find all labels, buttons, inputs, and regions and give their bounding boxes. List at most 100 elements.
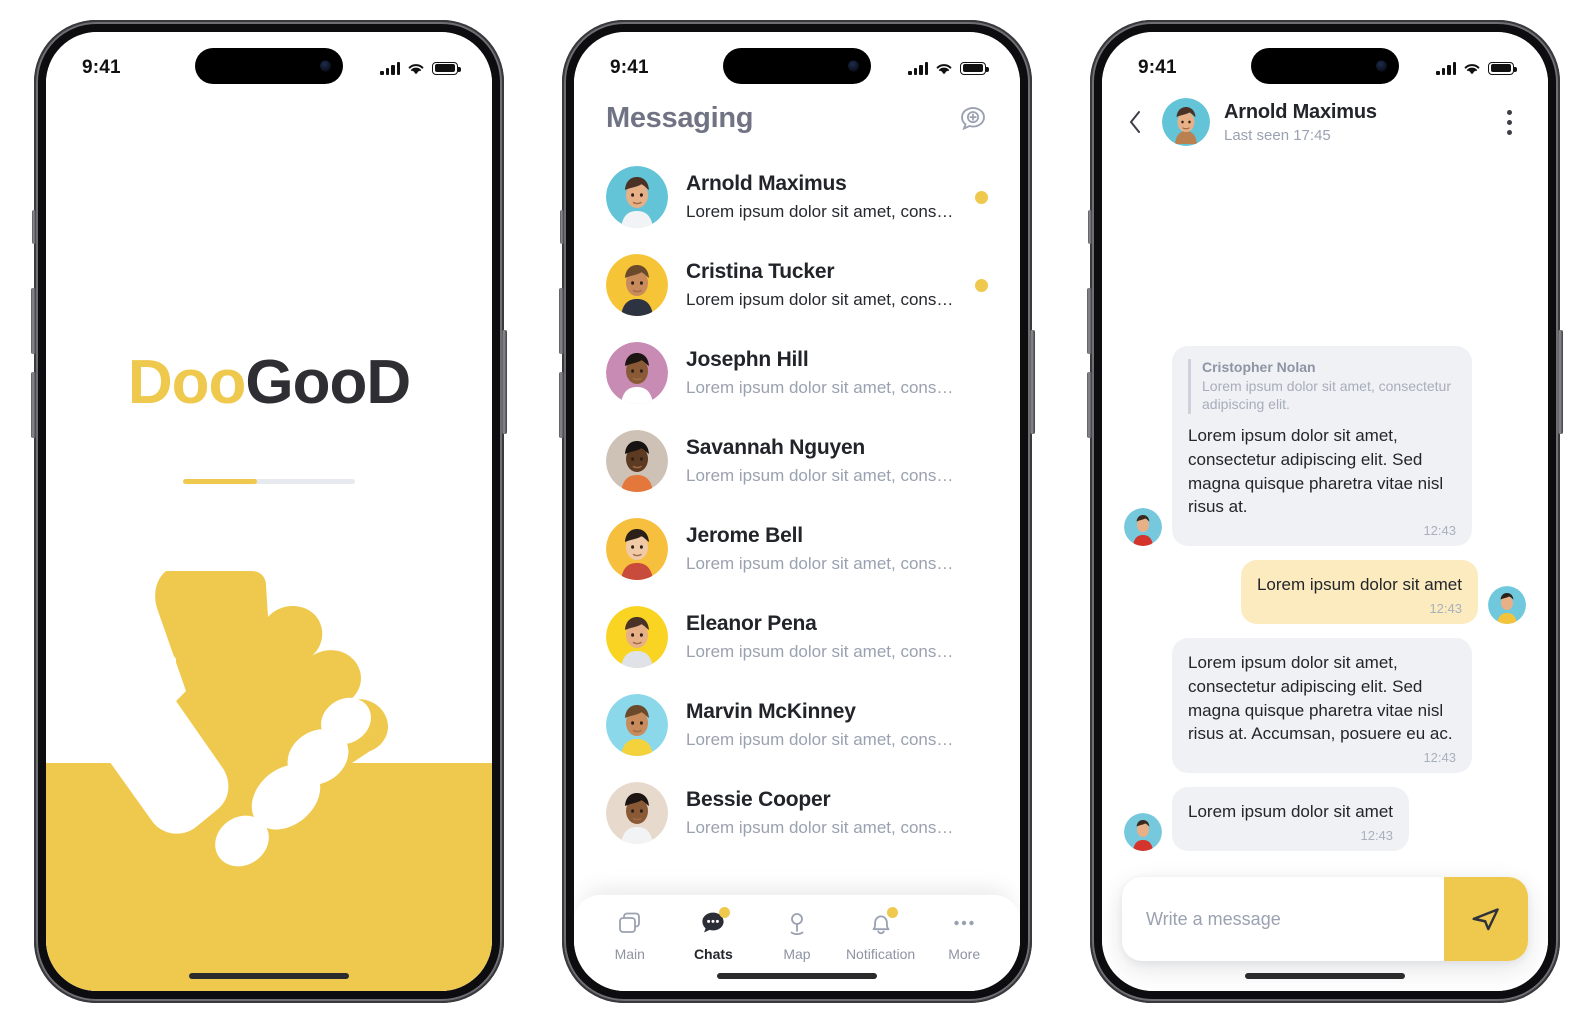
- battery-icon: [960, 61, 989, 75]
- silent-switch[interactable]: [32, 210, 36, 244]
- kebab-menu-icon[interactable]: [1496, 106, 1522, 139]
- volume-down-button[interactable]: [31, 372, 36, 438]
- dynamic-island: [1251, 48, 1399, 84]
- chat-preview-text: Lorem ipsum dolor sit amet, consectet…: [686, 466, 957, 485]
- new-message-icon[interactable]: [958, 104, 988, 134]
- message-bubble[interactable]: Lorem ipsum dolor sit amet, consectetur …: [1172, 638, 1472, 774]
- tab-map[interactable]: Map: [755, 909, 839, 962]
- unread-dot: [975, 190, 988, 204]
- logo-text-primary: Doo: [127, 348, 247, 417]
- avatar: [1488, 586, 1526, 625]
- quote-text: Lorem ipsum dolor sit amet, consectetur …: [1202, 377, 1451, 413]
- avatar: [606, 694, 668, 756]
- cellular-signal-icon: [908, 61, 928, 75]
- home-indicator[interactable]: [717, 973, 877, 979]
- tab-notification[interactable]: Notification: [839, 907, 923, 962]
- message-row: Lorem ipsum dolor sit amet, consectetur …: [1124, 638, 1526, 774]
- dynamic-island: [195, 48, 343, 84]
- silent-switch[interactable]: [560, 210, 564, 244]
- power-button[interactable]: [502, 330, 507, 434]
- three-phone-mockup: DooGooD 9:41 Messaging Arnold Maximus Lo…: [0, 0, 1594, 1023]
- silent-switch[interactable]: [1088, 210, 1092, 244]
- chat-preview-text: Lorem ipsum dolor sit amet, consectet…: [686, 378, 957, 397]
- list-item[interactable]: Eleanor Pena Lorem ipsum dolor sit amet,…: [574, 593, 1020, 681]
- list-item[interactable]: Marvin McKinney Lorem ipsum dolor sit am…: [574, 681, 1020, 769]
- chat-contact-name: Arnold Maximus: [686, 172, 847, 195]
- status-time: 9:41: [610, 57, 649, 78]
- message-row: Lorem ipsum dolor sit amet 12:43: [1124, 787, 1526, 851]
- chat-contact-name: Eleanor Pena: [686, 612, 817, 635]
- avatar: [606, 606, 668, 668]
- dynamic-island: [723, 48, 871, 84]
- list-item[interactable]: Arnold Maximus Lorem ipsum dolor sit ame…: [574, 153, 1020, 241]
- screen-splash: DooGooD 9:41: [46, 32, 492, 991]
- wifi-icon: [936, 63, 952, 74]
- message-thread[interactable]: Cristopher Nolan Lorem ipsum dolor sit a…: [1102, 146, 1548, 867]
- chat-bubble-icon: [699, 907, 731, 937]
- message-bubble[interactable]: Lorem ipsum dolor sit amet 12:43: [1240, 560, 1478, 625]
- avatar[interactable]: [1162, 98, 1210, 146]
- bell-icon: [867, 907, 898, 937]
- phone-conversation: Arnold Maximus Last seen 17:45 Cristophe…: [1087, 20, 1563, 1003]
- phone-splash: DooGooD 9:41: [31, 20, 507, 1003]
- splash-background: DooGooD: [46, 32, 492, 991]
- message-time: 12:43: [1360, 828, 1394, 843]
- message-row: Lorem ipsum dolor sit amet 12:43: [1124, 560, 1526, 625]
- message-text: Lorem ipsum dolor sit amet, consectetur …: [1188, 426, 1444, 517]
- power-button[interactable]: [1030, 330, 1035, 434]
- message-time: 12:43: [1423, 523, 1456, 539]
- volume-up-button[interactable]: [31, 288, 36, 354]
- message-input[interactable]: [1122, 877, 1444, 961]
- tab-label: Chats: [693, 946, 733, 962]
- message-composer[interactable]: [1122, 877, 1528, 961]
- battery-icon: [1488, 61, 1517, 75]
- chat-list[interactable]: Arnold Maximus Lorem ipsum dolor sit ame…: [574, 145, 1020, 991]
- send-button[interactable]: [1444, 877, 1528, 961]
- volume-up-button[interactable]: [559, 288, 564, 354]
- list-item[interactable]: Jerome Bell Lorem ipsum dolor sit amet, …: [574, 505, 1020, 593]
- handshake-illustration: [77, 571, 389, 867]
- quote-author: Cristopher Nolan: [1202, 358, 1316, 375]
- message-bubble[interactable]: Cristopher Nolan Lorem ipsum dolor sit a…: [1172, 345, 1472, 547]
- list-item[interactable]: Savannah Nguyen Lorem ipsum dolor sit am…: [574, 417, 1020, 505]
- back-chevron-icon[interactable]: [1122, 107, 1148, 137]
- home-indicator[interactable]: [189, 973, 349, 979]
- home-indicator[interactable]: [1245, 973, 1405, 979]
- screen-conversation: Arnold Maximus Last seen 17:45 Cristophe…: [1102, 32, 1548, 991]
- notification-badge: [719, 907, 731, 918]
- status-time: 9:41: [1138, 57, 1177, 78]
- message-time: 12:43: [1429, 601, 1462, 617]
- front-camera: [1376, 60, 1387, 72]
- cellular-signal-icon: [1436, 61, 1456, 75]
- tab-chats[interactable]: Chats: [672, 907, 756, 962]
- avatar: [1124, 508, 1162, 547]
- avatar: [606, 518, 668, 580]
- list-item[interactable]: Josephn Hill Lorem ipsum dolor sit amet,…: [574, 329, 1020, 417]
- volume-down-button[interactable]: [1087, 372, 1092, 438]
- notification-badge: [886, 907, 898, 918]
- tab-main[interactable]: Main: [588, 909, 672, 962]
- tab-more[interactable]: More: [922, 909, 1006, 962]
- map-pin-icon: [783, 909, 811, 937]
- contact-name: Arnold Maximus: [1224, 100, 1377, 123]
- status-time: 9:41: [82, 57, 121, 78]
- avatar: [606, 782, 668, 844]
- chat-preview-text: Lorem ipsum dolor sit amet, consectet…: [686, 818, 957, 837]
- power-button[interactable]: [1558, 330, 1563, 434]
- chat-contact-name: Jerome Bell: [686, 524, 803, 547]
- wifi-icon: [408, 63, 424, 74]
- volume-down-button[interactable]: [559, 372, 564, 438]
- front-camera: [848, 60, 859, 72]
- tab-label: Notification: [845, 946, 916, 962]
- list-item[interactable]: Cristina Tucker Lorem ipsum dolor sit am…: [574, 241, 1020, 329]
- screen-messaging: Messaging Arnold Maximus Lorem ipsum dol…: [574, 32, 1020, 991]
- message-bubble[interactable]: Lorem ipsum dolor sit amet 12:43: [1172, 787, 1410, 851]
- wifi-icon: [1464, 63, 1480, 74]
- cellular-signal-icon: [380, 61, 400, 75]
- volume-up-button[interactable]: [1087, 288, 1092, 354]
- message-text: Lorem ipsum dolor sit amet: [1256, 575, 1462, 595]
- front-camera: [320, 60, 331, 72]
- list-item[interactable]: Bessie Cooper Lorem ipsum dolor sit amet…: [574, 769, 1020, 857]
- chat-preview-text: Lorem ipsum dolor sit amet, consectet…: [686, 290, 957, 309]
- chat-contact-name: Bessie Cooper: [686, 788, 831, 811]
